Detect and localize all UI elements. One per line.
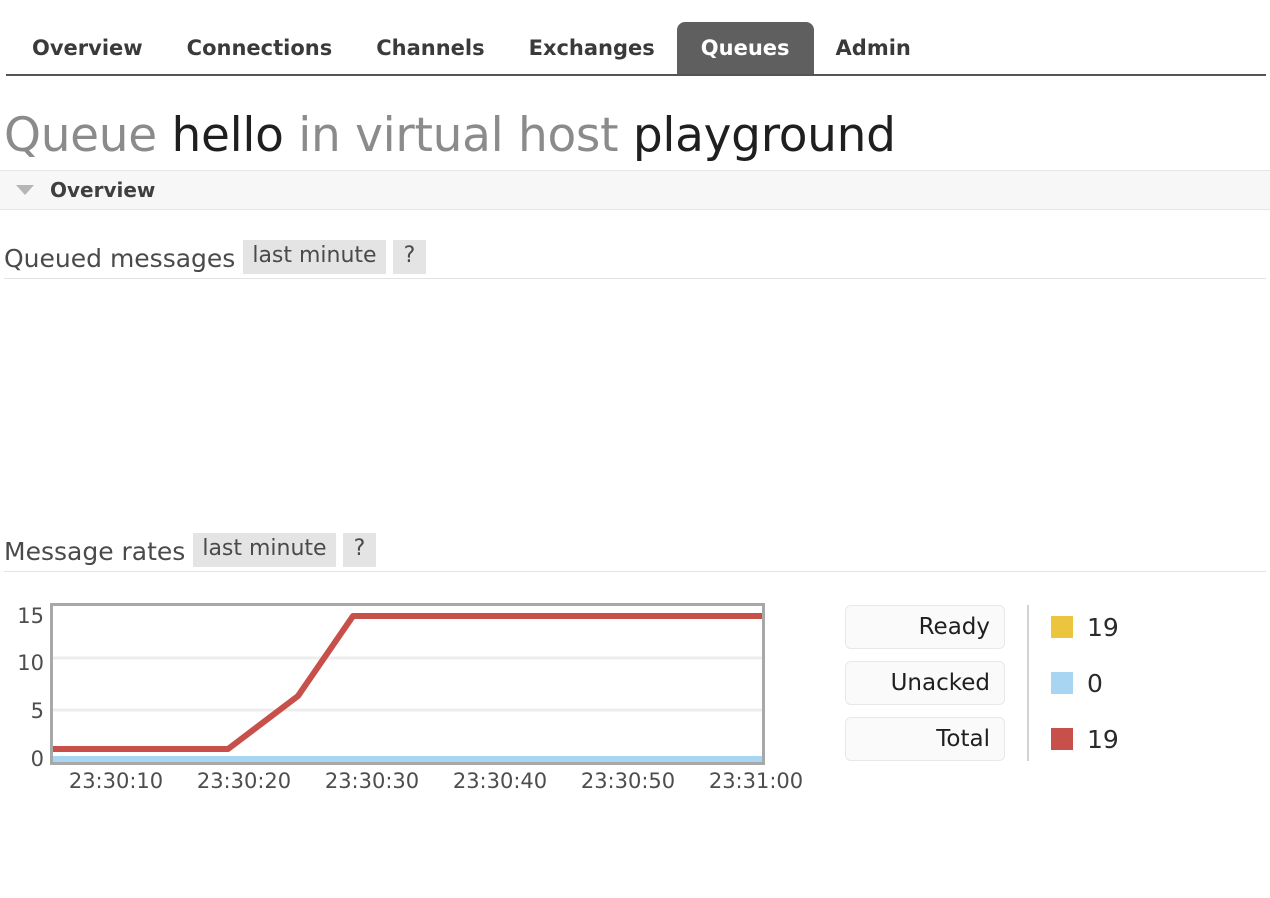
nav-item-queues[interactable]: Queues [676,22,814,76]
overview-section-toggle[interactable]: Overview [0,170,1270,210]
page-title: Queue hello in virtual host playground [4,108,1270,164]
queued-messages-help-icon[interactable]: ? [392,240,427,274]
nav-item-connections[interactable]: Connections [165,22,355,76]
nav-tab-list: Overview Connections Channels Exchanges … [0,0,1270,76]
message-rates-period-chip[interactable]: last minute [193,533,336,567]
nav-item-admin[interactable]: Admin [814,22,933,76]
message-rates-label: Message rates [4,537,186,566]
queued-messages-chart-block: 15 10 5 0 23:30:10 23:30:20 23:30:30 23:… [0,279,1270,792]
queue-name: hello [171,108,284,163]
tab-exchanges[interactable]: Exchanges [507,22,677,76]
overview-section-title: Overview [50,178,156,202]
title-middle: in virtual host [298,108,619,163]
nav-item-exchanges[interactable]: Exchanges [507,22,677,76]
queued-messages-header: Queued messages last minute ? [4,240,1266,279]
main-navigation: Overview Connections Channels Exchanges … [0,0,1270,76]
tab-channels[interactable]: Channels [354,22,506,76]
tab-connections[interactable]: Connections [165,22,355,76]
tab-overview[interactable]: Overview [0,22,165,76]
message-rates-header: Message rates last minute ? [4,533,1266,572]
nav-underline [6,74,1266,76]
title-prefix: Queue [4,108,157,163]
message-rates-chart-block: 2.0 /s 1.5 /s 1.0 /s 0.5 /s 0.0 /s 23:30… [0,572,1270,782]
tab-admin[interactable]: Admin [814,22,933,76]
message-rates-help-icon[interactable]: ? [342,533,377,567]
tab-queues[interactable]: Queues [676,22,814,76]
nav-item-channels[interactable]: Channels [354,22,506,76]
vhost-name: playground [632,108,896,163]
queued-messages-label: Queued messages [4,244,236,273]
nav-item-overview[interactable]: Overview [0,22,165,76]
queued-messages-period-chip[interactable]: last minute [243,240,386,274]
chevron-down-icon [16,185,34,195]
